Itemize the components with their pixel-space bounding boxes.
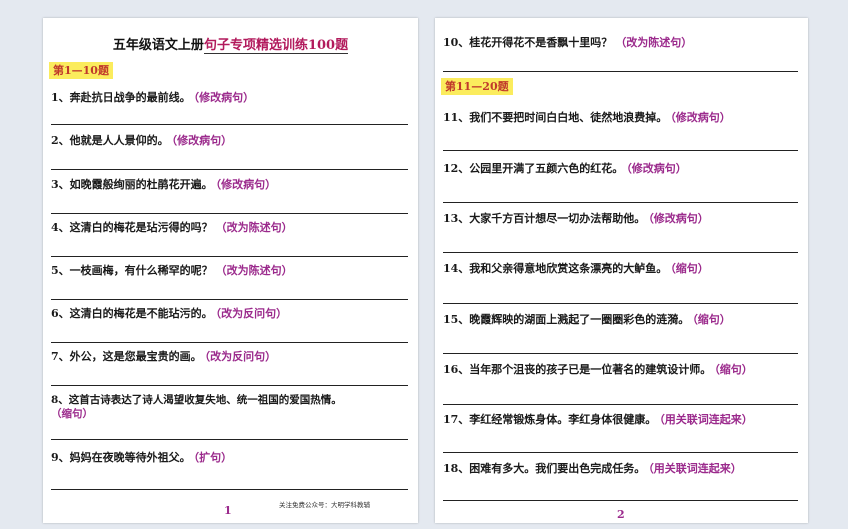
question-6: 6、这清白的梅花是不能玷污的。 （改为反问句） bbox=[51, 307, 288, 320]
question-11: 11、我们不要把时间白白地、徒然地浪费掉。 （修改病句） bbox=[443, 111, 731, 124]
answer-line-13 bbox=[443, 252, 798, 253]
question-16: 16、当年那个沮丧的孩子已是一位著名的建筑设计师。 （缩句） bbox=[443, 363, 753, 376]
answer-line-17 bbox=[443, 452, 798, 453]
question-13: 13、大家千方百计想尽一切办法帮助他。 （修改病句） bbox=[443, 212, 709, 225]
question-8: 8、这首古诗表达了诗人渴望收复失地、统一祖国的爱国热情。 （缩句） bbox=[51, 394, 342, 420]
answer-line-5 bbox=[51, 299, 408, 300]
question-7: 7、外公，这是您最宝贵的画。 （改为反问句） bbox=[51, 350, 277, 363]
answer-line-10 bbox=[443, 71, 798, 72]
question-4: 4、这清白的梅花是玷污得的吗？ （改为陈述句） bbox=[51, 221, 293, 234]
section-tag-11-20: 第11—20题 bbox=[441, 78, 513, 95]
answer-line-1 bbox=[51, 124, 408, 125]
question-9: 9、妈妈在夜晚等待外祖父。 （扩句） bbox=[51, 451, 233, 464]
question-1: 1、奔赴抗日战争的最前线。 （修改病句） bbox=[51, 91, 255, 104]
answer-line-15 bbox=[443, 353, 798, 354]
footer-note: 关注免费公众号：大明学科教辅 bbox=[279, 501, 370, 509]
answer-line-18 bbox=[443, 500, 798, 501]
answer-line-14 bbox=[443, 303, 798, 304]
answer-line-2 bbox=[51, 169, 408, 170]
worksheet-title: 五年级语文上册句子专项精选训练100题 bbox=[43, 34, 418, 54]
question-2: 2、他就是人人景仰的。 （修改病句） bbox=[51, 134, 233, 147]
page-number-1: 1 bbox=[224, 504, 232, 517]
page-number-2: 2 bbox=[617, 508, 625, 521]
question-3: 3、如晚霞般绚丽的杜鹃花开遍。 （修改病句） bbox=[51, 178, 277, 191]
answer-line-3 bbox=[51, 213, 408, 214]
worksheet-page-2: 10、桂花开得花不是香飘十里吗？ （改为陈述句） 第11—20题 11、我们不要把… bbox=[435, 18, 808, 523]
question-5: 5、一枝画梅，有什么稀罕的呢？ （改为陈述句） bbox=[51, 264, 293, 277]
section-tag-1-10: 第1—10题 bbox=[49, 62, 113, 79]
worksheet-page-1: 五年级语文上册句子专项精选训练100题 第1—10题 1、奔赴抗日战争的最前线。… bbox=[43, 18, 418, 523]
answer-line-11 bbox=[443, 150, 798, 151]
question-14: 14、我和父亲得意地欣赏这条漂亮的大鲈鱼。 （缩句） bbox=[443, 262, 709, 275]
answer-line-6 bbox=[51, 342, 408, 343]
answer-line-12 bbox=[443, 202, 798, 203]
answer-line-9 bbox=[51, 489, 408, 490]
answer-line-4 bbox=[51, 256, 408, 257]
question-10: 10、桂花开得花不是香飘十里吗？ （改为陈述句） bbox=[443, 36, 693, 49]
question-12: 12、公园里开满了五颜六色的红花。 （修改病句） bbox=[443, 162, 687, 175]
title-accent: 句子专项精选训练100题 bbox=[203, 38, 349, 54]
answer-line-7 bbox=[51, 385, 408, 386]
title-main: 五年级语文上册 bbox=[112, 38, 204, 53]
answer-line-8 bbox=[51, 439, 408, 440]
question-18: 18、困难有多大。我们要出色完成任务。 （用关联词连起来） bbox=[443, 462, 742, 475]
question-15: 15、晚霞辉映的湖面上溅起了一圈圈彩色的涟漪。 （缩句） bbox=[443, 313, 731, 326]
question-17: 17、李红经常锻炼身体。李红身体很健康。 （用关联词连起来） bbox=[443, 413, 753, 426]
answer-line-16 bbox=[443, 404, 798, 405]
